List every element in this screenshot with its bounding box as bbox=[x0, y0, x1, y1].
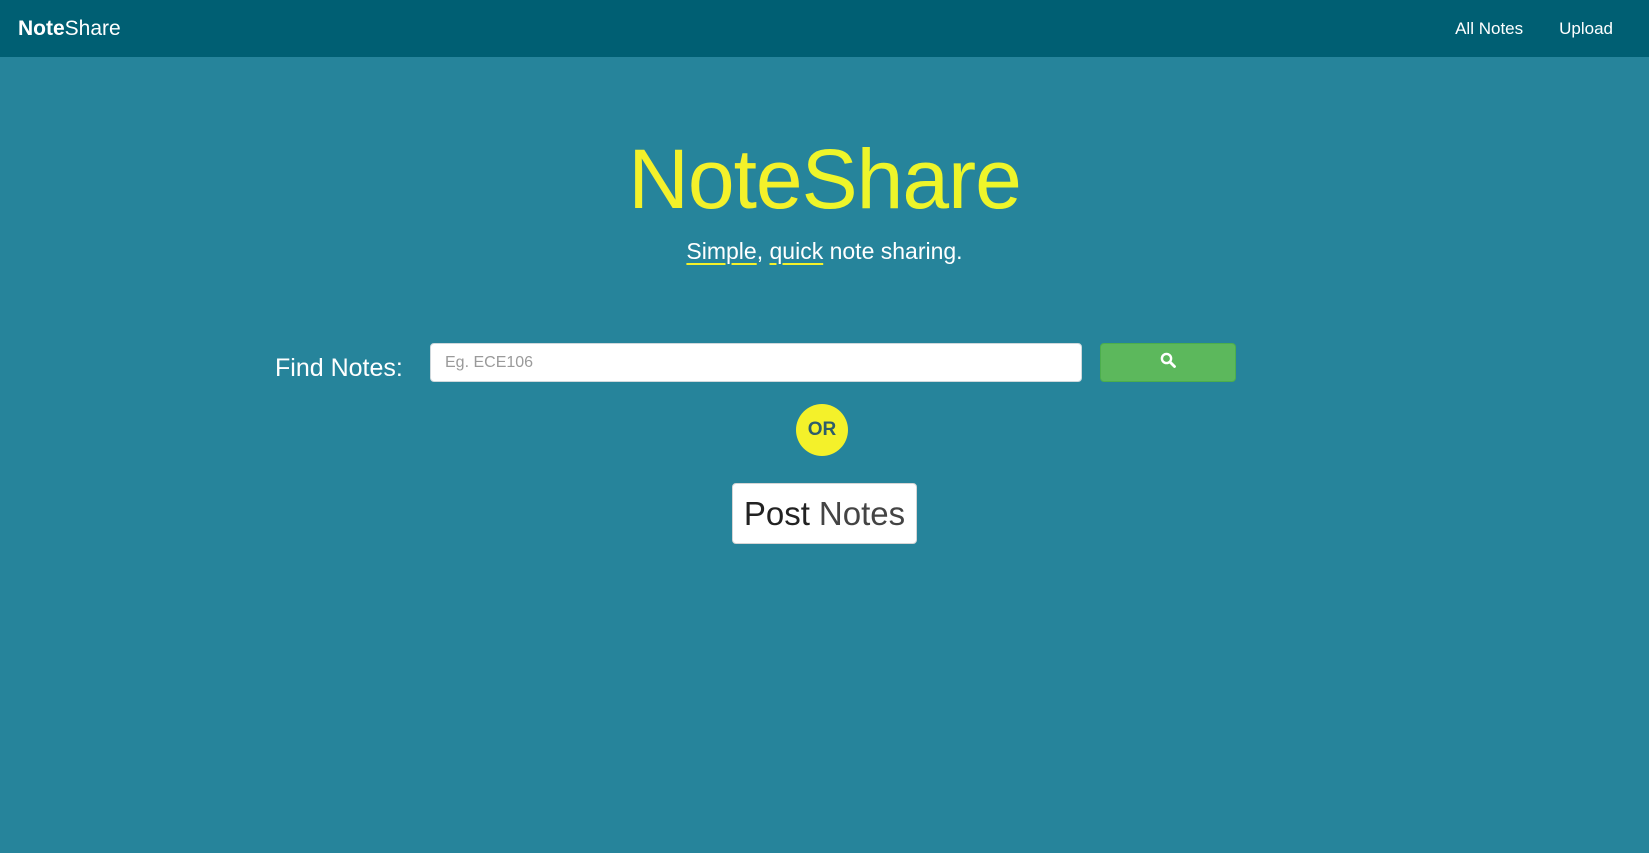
tagline-quick: quick bbox=[769, 238, 824, 264]
post-notes-label-light: Notes bbox=[818, 494, 906, 532]
hero-title: NoteShare bbox=[0, 126, 1649, 232]
hero-title-light: Share bbox=[801, 132, 1022, 226]
tagline-rest: note sharing. bbox=[823, 238, 963, 264]
nav-links: All Notes Upload bbox=[1455, 0, 1649, 57]
top-navbar: NoteShare All Notes Upload bbox=[0, 0, 1649, 57]
post-notes-label-bold: Post bbox=[743, 494, 810, 532]
brand-logo-light: Share bbox=[64, 17, 121, 40]
find-notes-label: Find Notes: bbox=[275, 354, 403, 382]
or-badge: OR bbox=[796, 404, 848, 456]
tagline: Simple, quick note sharing. bbox=[0, 236, 1649, 266]
post-notes-button[interactable]: Post Notes bbox=[732, 483, 917, 544]
nav-link-upload[interactable]: Upload bbox=[1559, 18, 1613, 40]
search-icon bbox=[1160, 352, 1176, 373]
nav-link-all-notes[interactable]: All Notes bbox=[1455, 18, 1523, 40]
brand-logo[interactable]: NoteShare bbox=[18, 16, 121, 42]
search-input[interactable] bbox=[430, 343, 1082, 382]
hero-title-bold: Note bbox=[628, 132, 802, 226]
tagline-separator: , bbox=[756, 238, 770, 264]
tagline-simple: Simple bbox=[686, 238, 757, 264]
brand-logo-bold: Note bbox=[18, 17, 65, 40]
search-button[interactable] bbox=[1100, 343, 1236, 382]
